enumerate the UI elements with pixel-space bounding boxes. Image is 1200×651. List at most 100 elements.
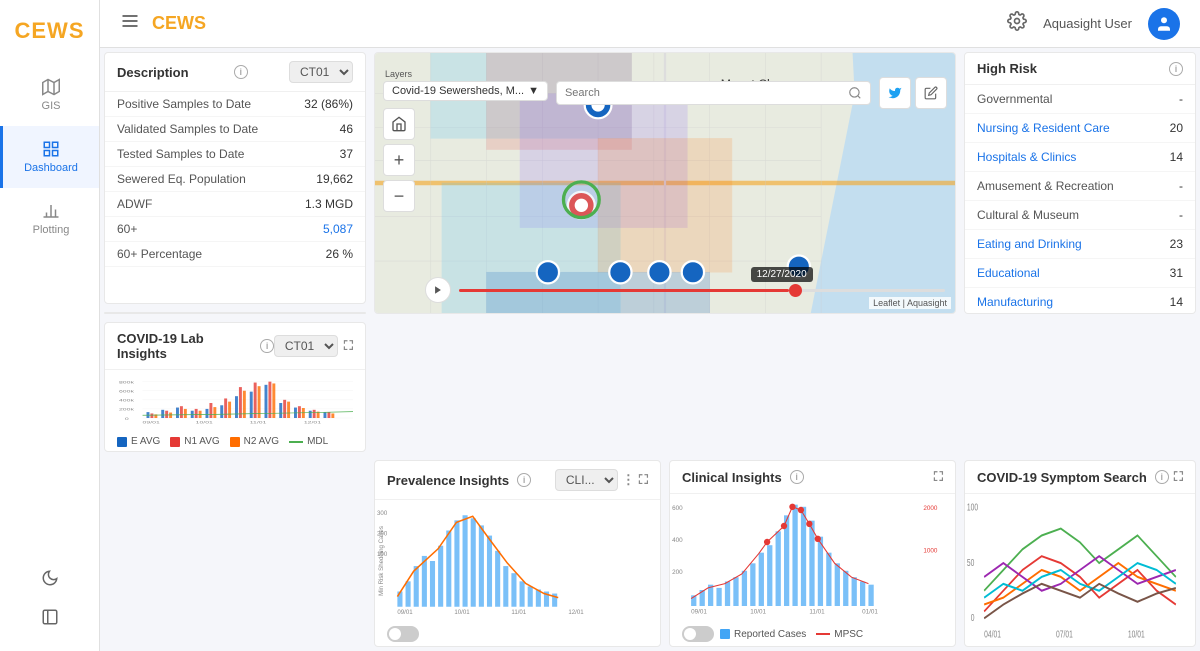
app-title: CEWS <box>152 13 206 34</box>
symptom-search-panel: COVID-19 Symptom Search i ⛶ 100 50 0 <box>964 460 1196 647</box>
legend-n1-avg: N1 AVG <box>170 436 219 447</box>
table-row: Tested Samples to Date 37 <box>105 142 365 167</box>
description-panel: Description i CT01 Positive Samples to D… <box>104 52 366 304</box>
lab-insights-panel: COVID-19 Lab Insights i CT01 ⛶ 800k 600k… <box>104 322 366 452</box>
list-item: Eating and Drinking 23 <box>965 230 1195 259</box>
user-name: Aquasight User <box>1043 16 1132 31</box>
chart-icon <box>42 202 60 220</box>
prevalence-toggle[interactable] <box>387 626 419 642</box>
timeline-date: 12/27/2020 <box>751 267 813 282</box>
svg-text:300: 300 <box>377 510 388 517</box>
info-icon-clinical[interactable]: i <box>790 470 804 484</box>
list-item: Nursing & Resident Care 20 <box>965 114 1195 143</box>
sidebar-item-plotting[interactable]: Plotting <box>0 188 99 250</box>
legend-mdl: MDL <box>289 436 328 447</box>
list-item: Cultural & Museum - <box>965 201 1195 230</box>
zoom-out-button[interactable]: − <box>383 180 415 212</box>
svg-text:200: 200 <box>672 569 683 576</box>
legend-n2-avg: N2 AVG <box>230 436 279 447</box>
sewage-insights-panel: Sewage Insights i CT01 ⛶ Flow (MCD) 2 1.… <box>104 312 366 314</box>
info-icon-desc[interactable]: i <box>234 65 248 79</box>
lab-selector[interactable]: CT01 <box>274 335 338 357</box>
edit-button[interactable] <box>915 77 947 109</box>
dashboard-label: Dashboard <box>24 162 78 174</box>
gis-label: GIS <box>42 100 61 112</box>
svg-text:0: 0 <box>971 612 975 624</box>
high-risk-panel: High Risk i Governmental - Nursing & Res… <box>964 52 1196 314</box>
svg-text:11/01: 11/01 <box>511 609 526 616</box>
expand-prev[interactable]: ⛶ <box>639 472 648 488</box>
sidebar: CEWS GIS Dashboard Plotting <box>0 0 100 651</box>
settings-button[interactable] <box>1007 11 1027 36</box>
play-button[interactable] <box>425 277 451 303</box>
expand-lab[interactable]: ⛶ <box>344 338 353 354</box>
panel-toggle[interactable] <box>41 608 59 631</box>
lab-insights-header: COVID-19 Lab Insights i CT01 ⛶ <box>105 323 365 370</box>
legend-e-avg: E AVG <box>117 436 160 447</box>
svg-text:400k: 400k <box>119 399 134 403</box>
clinical-legend: Reported Cases MPSC <box>720 629 863 640</box>
twitter-button[interactable] <box>879 77 911 109</box>
description-title: Description <box>117 65 189 80</box>
symptom-header: COVID-19 Symptom Search i ⛶ <box>965 461 1195 494</box>
svg-text:09/01: 09/01 <box>143 421 160 425</box>
sidebar-item-gis[interactable]: GIS <box>0 64 99 126</box>
table-row: 60+ 5,087 <box>105 217 365 242</box>
menu-button[interactable] <box>120 11 140 36</box>
search-icon <box>848 86 862 100</box>
info-icon-prev[interactable]: i <box>517 473 531 487</box>
svg-text:09/01: 09/01 <box>397 609 413 616</box>
layers-selector[interactable]: Covid-19 Sewersheds, M... ▼ <box>383 81 548 101</box>
main-content: CEWS Aquasight User Description i <box>100 0 1200 651</box>
clinical-toggle[interactable] <box>682 626 714 642</box>
table-row: Sewered Eq. Population 19,662 <box>105 167 365 192</box>
svg-text:09/01: 09/01 <box>691 608 707 615</box>
dark-mode-toggle[interactable] <box>41 569 59 592</box>
svg-text:100: 100 <box>967 501 978 513</box>
header: CEWS Aquasight User <box>100 0 1200 48</box>
header-right: Aquasight User <box>1007 8 1180 40</box>
clinical-header: Clinical Insights i ⛶ <box>670 461 955 494</box>
prevalence-chart: 300 200 100 Min Risk Shedding Cases <box>375 500 660 622</box>
prev-more[interactable]: ⋮ <box>622 472 635 488</box>
svg-text:600k: 600k <box>119 390 134 394</box>
info-icon-risk[interactable]: i <box>1169 62 1183 76</box>
svg-text:12/01: 12/01 <box>568 609 584 616</box>
info-icon-lab[interactable]: i <box>260 339 274 353</box>
map-search[interactable] <box>556 81 871 105</box>
table-row: ADWF 1.3 MGD <box>105 192 365 217</box>
prevalence-header: Prevalence Insights i CLI... ⋮ ⛶ <box>375 461 660 500</box>
description-selector[interactable]: CT01 <box>289 61 353 83</box>
list-item: Amusement & Recreation - <box>965 172 1195 201</box>
list-item: Educational 31 <box>965 259 1195 288</box>
svg-text:800k: 800k <box>119 381 134 385</box>
description-table: Positive Samples to Date 32 (86%) Valida… <box>105 92 365 303</box>
list-item: Manufacturing 14 <box>965 288 1195 314</box>
avatar <box>1148 8 1180 40</box>
home-button[interactable] <box>383 108 415 140</box>
search-input[interactable] <box>565 87 842 99</box>
svg-text:12/01: 12/01 <box>304 421 321 425</box>
lab-insights-title: COVID-19 Lab Insights <box>117 331 252 361</box>
plotting-label: Plotting <box>33 224 70 236</box>
expand-clinical[interactable]: ⛶ <box>934 469 943 485</box>
list-item: Governmental - <box>965 85 1195 114</box>
list-item: Hospitals & Clinics 14 <box>965 143 1195 172</box>
prevalence-selector[interactable]: CLI... <box>555 469 618 491</box>
table-row: Validated Samples to Date 46 <box>105 117 365 142</box>
timeline-slider[interactable]: 12/27/2020 <box>459 289 945 292</box>
svg-text:07/01: 07/01 <box>1056 628 1073 640</box>
zoom-in-button[interactable]: + <box>383 144 415 176</box>
info-icon-symptom[interactable]: i <box>1155 470 1169 484</box>
svg-text:11/01: 11/01 <box>809 608 825 615</box>
map-toolbar: Layers Covid-19 Sewersheds, M... ▼ <box>383 61 947 109</box>
svg-text:0: 0 <box>125 417 129 421</box>
prevalence-title: Prevalence Insights <box>387 473 509 488</box>
prevalence-footer <box>375 622 660 646</box>
layers-label: Layers <box>383 69 548 79</box>
header-left: CEWS <box>120 11 206 36</box>
sidebar-item-dashboard[interactable]: Dashboard <box>0 126 99 188</box>
expand-symptom[interactable]: ⛶ <box>1174 469 1183 485</box>
svg-text:Min Risk Shedding Cases: Min Risk Shedding Cases <box>378 526 385 596</box>
clinical-insights-panel: Clinical Insights i ⛶ 600 400 200 2000 1… <box>669 460 956 647</box>
